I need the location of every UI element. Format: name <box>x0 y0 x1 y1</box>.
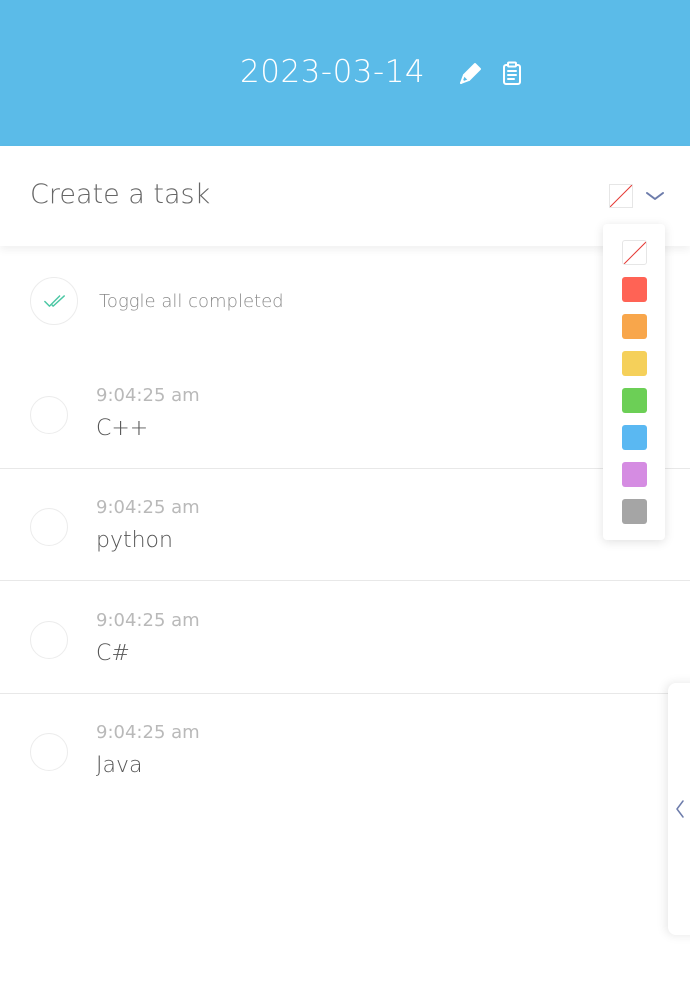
side-panel-toggle[interactable] <box>668 683 690 935</box>
color-option-purple[interactable] <box>622 462 647 487</box>
task-name[interactable]: C++ <box>96 416 148 441</box>
color-option-red[interactable] <box>622 277 647 302</box>
task-checkbox[interactable] <box>30 621 68 659</box>
chevron-down-icon[interactable] <box>644 188 666 204</box>
edit-icon[interactable] <box>458 60 484 86</box>
task-checkbox[interactable] <box>30 396 68 434</box>
color-option-none[interactable] <box>622 240 647 265</box>
toggle-all-label[interactable]: Toggle all completed <box>99 291 284 312</box>
divider <box>0 580 690 581</box>
toggle-all-button[interactable] <box>30 277 78 325</box>
header-bar: 2023-03-14 <box>0 0 690 146</box>
chevron-left-icon <box>676 800 684 818</box>
task-item: 9:04:25 am Java <box>0 694 690 806</box>
task-name[interactable]: python <box>96 528 173 553</box>
task-name[interactable]: Java <box>96 753 142 778</box>
color-select-button[interactable] <box>609 184 633 208</box>
color-option-yellow[interactable] <box>622 351 647 376</box>
task-checkbox[interactable] <box>30 733 68 771</box>
task-item: 9:04:25 am C++ <box>0 357 690 469</box>
color-dropdown-menu <box>603 224 665 540</box>
task-item: 9:04:25 am C# <box>0 582 690 694</box>
task-time: 9:04:25 am <box>96 385 200 406</box>
create-task-bar <box>0 146 690 246</box>
task-name[interactable]: C# <box>96 641 130 666</box>
task-item: 9:04:25 am python <box>0 469 690 581</box>
color-option-green[interactable] <box>622 388 647 413</box>
color-option-gray[interactable] <box>622 499 647 524</box>
no-color-slash <box>610 185 632 207</box>
create-task-input[interactable] <box>30 174 570 214</box>
color-option-orange[interactable] <box>622 314 647 339</box>
color-option-blue[interactable] <box>622 425 647 450</box>
page-title: 2023-03-14 <box>240 54 426 90</box>
task-time: 9:04:25 am <box>96 722 200 743</box>
task-checkbox[interactable] <box>30 508 68 546</box>
task-time: 9:04:25 am <box>96 610 200 631</box>
no-color-slash <box>623 241 646 264</box>
task-time: 9:04:25 am <box>96 497 200 518</box>
clipboard-icon[interactable] <box>499 60 525 86</box>
